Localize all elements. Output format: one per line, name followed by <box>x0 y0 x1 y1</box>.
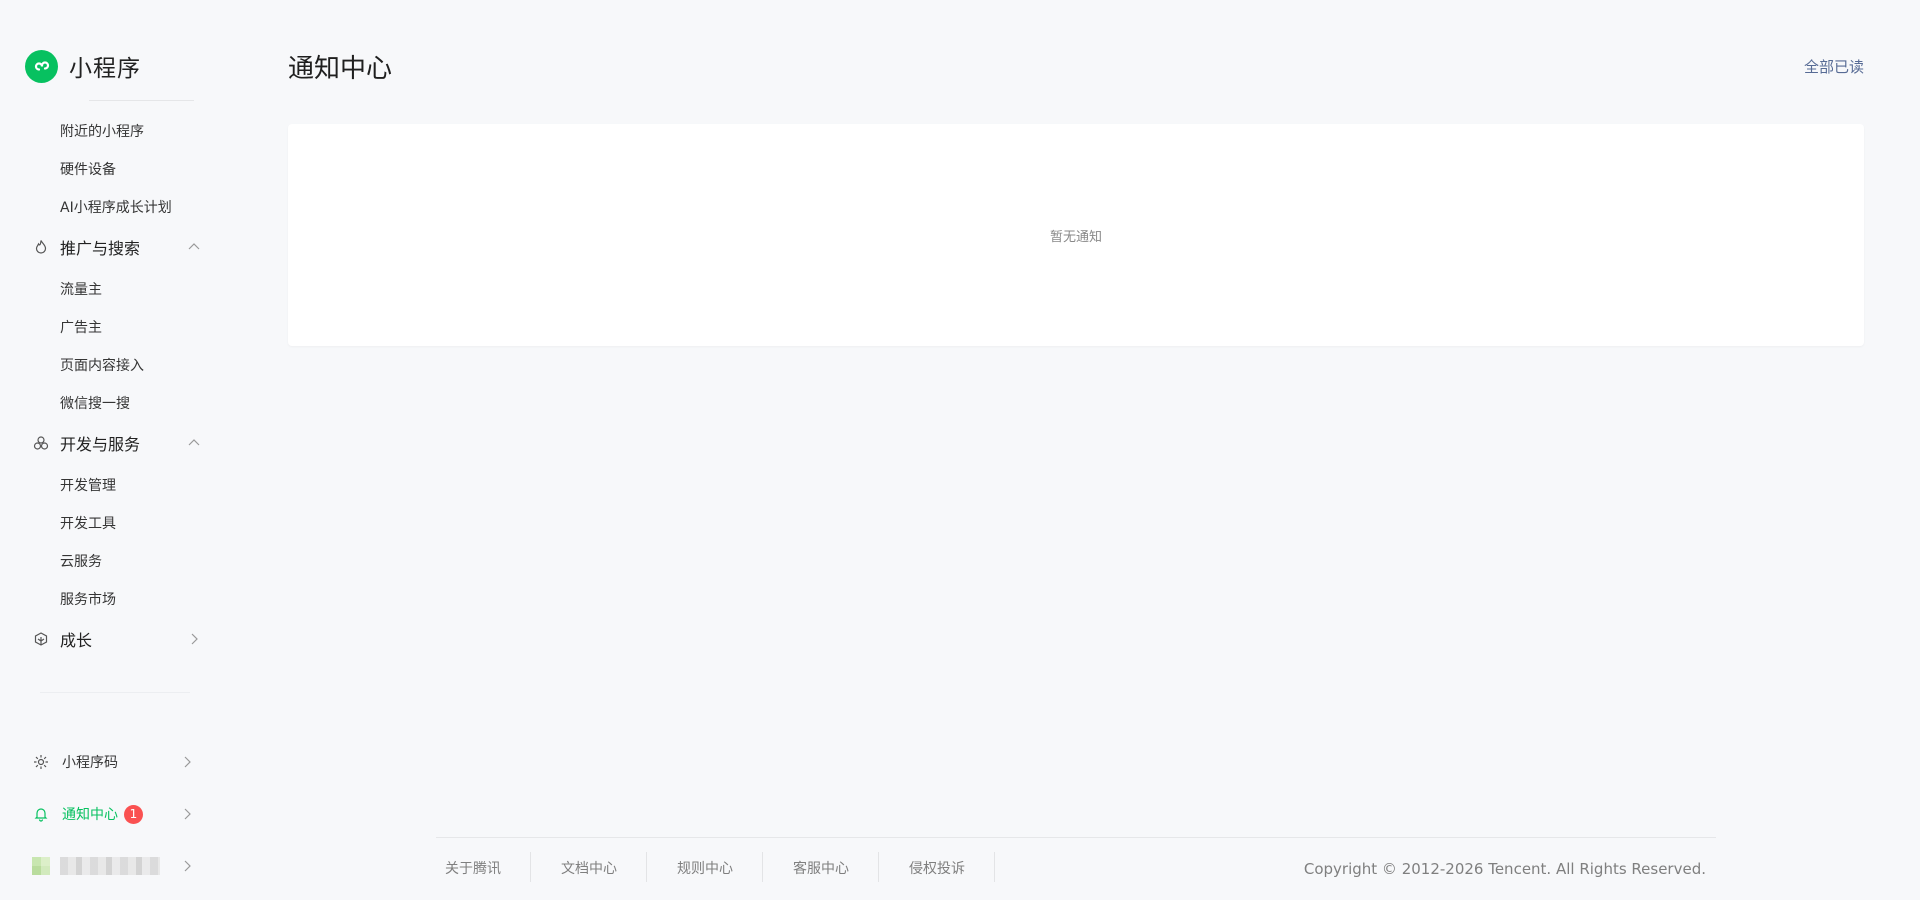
notification-count-badge: 1 <box>124 804 143 824</box>
sidebar-notification-center[interactable]: 通知中心 1 <box>32 803 195 825</box>
sidebar-item-nearby[interactable]: 附近的小程序 <box>60 121 144 141</box>
brand-name: 小程序 <box>69 56 141 82</box>
chevron-right-icon <box>191 633 198 645</box>
notification-label: 通知中心 <box>62 807 118 823</box>
sidebar-item-dev-management[interactable]: 开发管理 <box>60 475 116 495</box>
sidebar-item-page-content[interactable]: 页面内容接入 <box>60 355 144 375</box>
notification-panel: 暂无通知 <box>288 124 1864 346</box>
mark-all-read-link[interactable]: 全部已读 <box>1804 56 1864 77</box>
page-title: 通知中心 <box>288 54 393 84</box>
sidebar-group-label: 开发与服务 <box>60 435 141 454</box>
chevron-right-icon <box>184 808 191 820</box>
sidebar-group-label: 成长 <box>60 631 93 650</box>
sidebar-item-service-market[interactable]: 服务市场 <box>60 589 116 609</box>
sidebar-qrcode[interactable]: 小程序码 <box>32 751 195 773</box>
flame-icon <box>32 238 50 256</box>
footer-link-docs[interactable]: 文档中心 <box>561 852 647 882</box>
sidebar-item-traffic-owner[interactable]: 流量主 <box>60 279 102 299</box>
circles-icon <box>32 434 50 452</box>
sidebar-group-growth[interactable]: 成长 <box>32 627 202 651</box>
qrcode-label: 小程序码 <box>62 755 118 771</box>
sidebar-separator <box>40 692 190 693</box>
sidebar-group-label: 推广与搜索 <box>60 239 141 258</box>
sidebar-group-promotion[interactable]: 推广与搜索 <box>32 235 202 259</box>
chevron-right-icon <box>184 860 191 872</box>
sidebar-item-ai-growth[interactable]: AI小程序成长计划 <box>60 197 172 217</box>
avatar <box>32 857 50 875</box>
qrcode-sun-icon <box>32 753 50 771</box>
sidebar-account[interactable] <box>32 855 195 877</box>
footer-link-support[interactable]: 客服中心 <box>793 852 879 882</box>
footer-divider <box>436 837 1716 838</box>
bell-icon <box>32 805 50 823</box>
footer-link-about[interactable]: 关于腾讯 <box>445 852 531 882</box>
growth-icon <box>32 630 50 648</box>
chevron-right-icon <box>184 756 191 768</box>
mini-program-logo-icon <box>25 49 58 83</box>
copyright: Copyright © 2012-2026 Tencent. All Right… <box>1303 860 1706 878</box>
account-name-masked <box>60 857 160 875</box>
footer-links: 关于腾讯 文档中心 规则中心 客服中心 侵权投诉 <box>445 849 1025 887</box>
sidebar-item-hardware[interactable]: 硬件设备 <box>60 159 116 179</box>
chevron-up-icon <box>188 439 200 446</box>
brand-divider <box>89 100 194 101</box>
footer-link-infringement[interactable]: 侵权投诉 <box>909 852 995 882</box>
sidebar-item-advertiser[interactable]: 广告主 <box>60 317 102 337</box>
brand[interactable]: 小程序 <box>25 49 141 83</box>
empty-state-text: 暂无通知 <box>1049 230 1102 245</box>
sidebar-group-dev-service[interactable]: 开发与服务 <box>32 431 202 455</box>
footer-link-rules[interactable]: 规则中心 <box>677 852 763 882</box>
chevron-up-icon <box>188 243 200 250</box>
sidebar: 小程序 附近的小程序 硬件设备 AI小程序成长计划 推广与搜索 流量主 广告主 … <box>0 0 222 900</box>
sidebar-item-wechat-search[interactable]: 微信搜一搜 <box>60 393 130 413</box>
sidebar-item-cloud-service[interactable]: 云服务 <box>60 551 102 571</box>
sidebar-item-dev-tools[interactable]: 开发工具 <box>60 513 116 533</box>
